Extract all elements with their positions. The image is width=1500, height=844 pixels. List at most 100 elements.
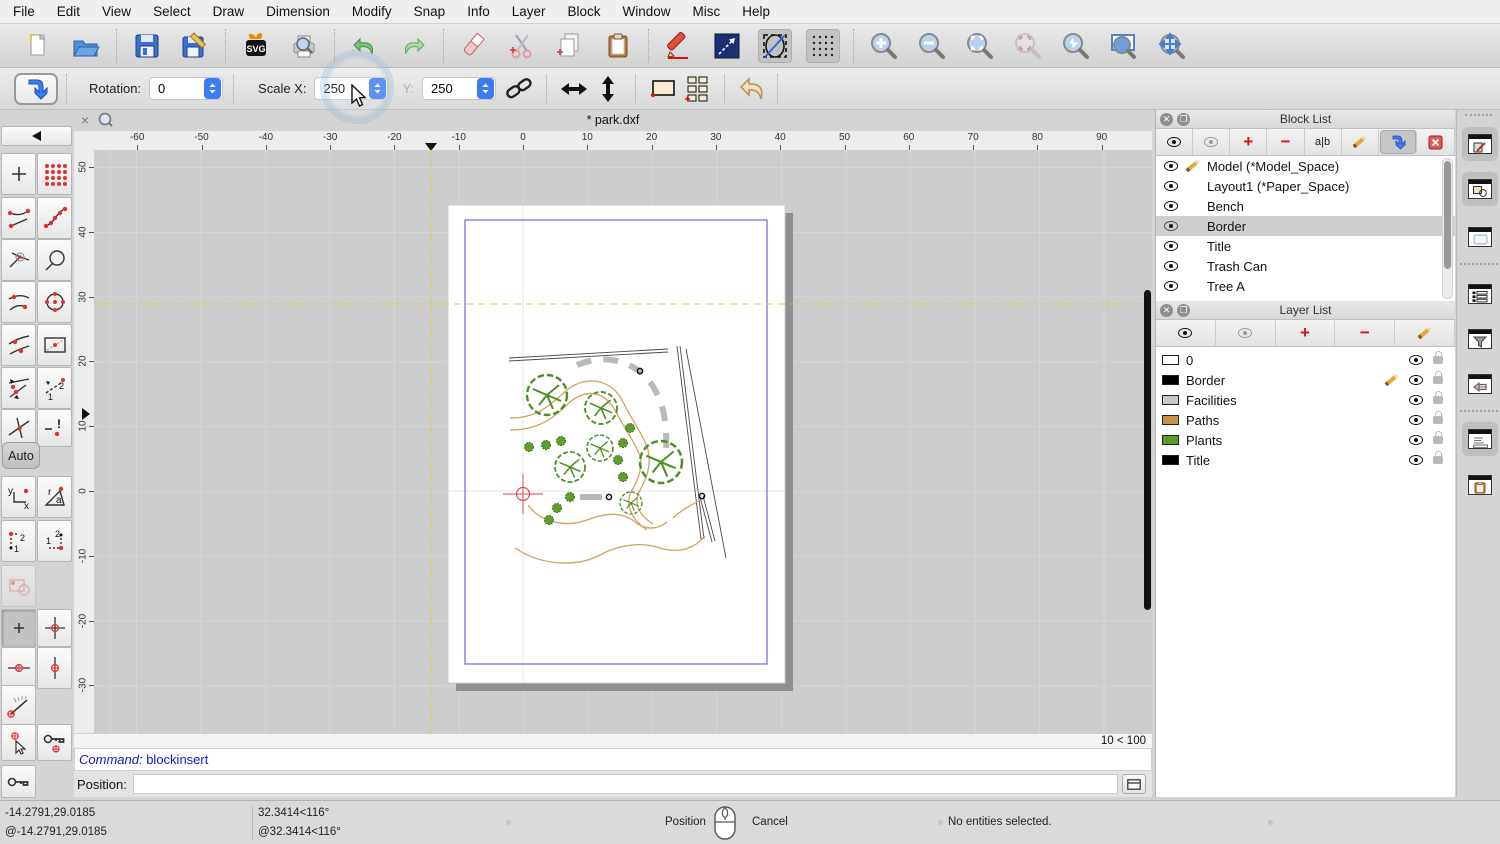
save-as-button[interactable] (178, 29, 212, 63)
snap-free-button[interactable] (1, 153, 36, 195)
print-preview-button[interactable] (287, 29, 321, 63)
block-row[interactable]: Model (*Model_Space) (1156, 156, 1455, 176)
layer-list-close-icon[interactable]: ✕ (1160, 304, 1173, 317)
restrict-horizontal-button[interactable] (1, 647, 36, 689)
property-editor-dock-button[interactable] (1462, 127, 1498, 161)
eye-icon[interactable] (1409, 355, 1423, 365)
snap-middle-button[interactable] (1, 324, 36, 366)
keep-proportions-button[interactable] (502, 72, 536, 106)
block-row[interactable]: Bench (1156, 196, 1455, 216)
save-button[interactable] (130, 29, 164, 63)
snap-center-button[interactable] (37, 281, 72, 323)
snap-on-entity-button[interactable] (37, 197, 72, 239)
snap-back-button[interactable] (1, 126, 72, 146)
layer-row[interactable]: Border (1156, 370, 1455, 390)
lock-icon[interactable] (1433, 351, 1443, 364)
block-row[interactable]: Layout1 (*Paper_Space) (1156, 176, 1455, 196)
layer-hide-all-button[interactable] (1216, 320, 1276, 346)
lock-icon[interactable] (1433, 431, 1443, 444)
menu-dimension[interactable]: Dimension (266, 4, 330, 19)
snap-distance-button[interactable]: 12 (37, 367, 72, 409)
eye-icon[interactable] (1164, 261, 1178, 271)
menu-window[interactable]: Window (623, 4, 671, 19)
block-row-selected[interactable]: Border (1156, 216, 1455, 236)
layer-show-all-button[interactable] (1156, 320, 1216, 346)
menu-help[interactable]: Help (742, 4, 770, 19)
block-insert-tool-button[interactable] (14, 72, 58, 105)
zoom-selection-button[interactable] (1011, 29, 1045, 63)
eye-icon[interactable] (1409, 395, 1423, 405)
block-list-scrollbar[interactable] (1442, 158, 1453, 299)
library-browser-dock-button[interactable] (1462, 220, 1498, 254)
back-button[interactable] (735, 72, 769, 106)
layer-list-dock-button[interactable] (1462, 277, 1498, 311)
svg-export-button[interactable]: SVG (239, 29, 273, 63)
block-rename-button[interactable]: a|b (1305, 129, 1342, 155)
block-remove-button[interactable]: − (1267, 129, 1305, 155)
eye-icon[interactable] (1164, 221, 1178, 231)
zoom-auto-button[interactable] (963, 29, 997, 63)
restrict-angle-button[interactable] (1, 685, 36, 727)
block-list-dock-button[interactable] (1462, 172, 1498, 206)
layer-row[interactable]: 0 (1156, 350, 1455, 370)
draw-pencil-button[interactable] (662, 29, 696, 63)
new-file-button[interactable] (21, 29, 55, 63)
lock-icon[interactable] (1433, 391, 1443, 404)
flip-horizontal-button[interactable] (557, 72, 591, 106)
snap-auto-button[interactable]: Auto (2, 442, 40, 469)
eye-icon[interactable] (1409, 455, 1423, 465)
block-show-all-button[interactable] (1156, 129, 1194, 155)
block-row[interactable]: Title (1156, 236, 1455, 256)
grid-toggle-button[interactable] (806, 28, 840, 63)
position-input[interactable] (132, 774, 1118, 794)
menu-file[interactable]: File (13, 4, 35, 19)
menu-draw[interactable]: Draw (213, 4, 245, 19)
menu-snap[interactable]: Snap (414, 4, 446, 19)
relative-polar-button[interactable]: 12 (37, 520, 72, 562)
canvas-scrollbar[interactable] (1144, 290, 1151, 610)
snap-perpendicular-button[interactable] (37, 239, 72, 281)
block-row[interactable]: Trash Can (1156, 256, 1455, 276)
open-file-button[interactable] (69, 29, 103, 63)
line-tool-button[interactable] (710, 29, 744, 63)
zoom-window-button[interactable] (1107, 29, 1141, 63)
snap-reference-button[interactable] (37, 324, 72, 366)
coordinate-polar-button[interactable]: ra (37, 476, 72, 518)
command-options-button[interactable] (1121, 774, 1146, 794)
layer-row[interactable]: Paths (1156, 410, 1455, 430)
lock-relative-zero-button[interactable] (37, 724, 72, 761)
snap-off-button[interactable]: ! (37, 409, 72, 447)
layer-row[interactable]: Facilities (1156, 390, 1455, 410)
copy-button[interactable] (553, 29, 587, 63)
rotation-stepper[interactable] (204, 78, 222, 99)
eye-icon[interactable] (1409, 375, 1423, 385)
menu-edit[interactable]: Edit (57, 4, 80, 19)
ellipse-tool-button[interactable] (758, 28, 792, 63)
eye-icon[interactable] (1409, 415, 1423, 425)
menu-misc[interactable]: Misc (693, 4, 721, 19)
block-insert-button[interactable] (1379, 130, 1417, 154)
eye-icon[interactable] (1164, 241, 1178, 251)
snap-endpoints-button[interactable] (1, 197, 36, 239)
pan-button[interactable] (1155, 29, 1189, 63)
zoom-out-button[interactable] (915, 29, 949, 63)
paste-button[interactable] (601, 29, 635, 63)
eye-icon[interactable] (1164, 161, 1178, 171)
rotation-input[interactable] (150, 81, 205, 96)
snap-intersection-button[interactable] (1, 239, 36, 281)
eye-icon[interactable] (1164, 281, 1178, 291)
lock-icon[interactable] (1433, 451, 1443, 464)
zoom-previous-button[interactable] (1059, 29, 1093, 63)
command-history[interactable]: Command: blockinsert (74, 748, 1152, 771)
layer-remove-button[interactable]: − (1335, 320, 1396, 346)
snap-tangent-button[interactable] (1, 281, 36, 323)
menu-view[interactable]: View (102, 4, 131, 19)
command-line-dock-button[interactable] (1462, 422, 1498, 456)
block-add-button[interactable]: + (1230, 129, 1268, 155)
block-delete-button[interactable] (1418, 129, 1455, 155)
redo-button[interactable] (396, 29, 430, 63)
block-list-close-icon[interactable]: ✕ (1160, 113, 1173, 126)
set-relative-zero-button[interactable] (1, 724, 36, 761)
layer-add-button[interactable]: + (1276, 320, 1336, 346)
clipboard-dock-button[interactable] (1462, 468, 1498, 502)
